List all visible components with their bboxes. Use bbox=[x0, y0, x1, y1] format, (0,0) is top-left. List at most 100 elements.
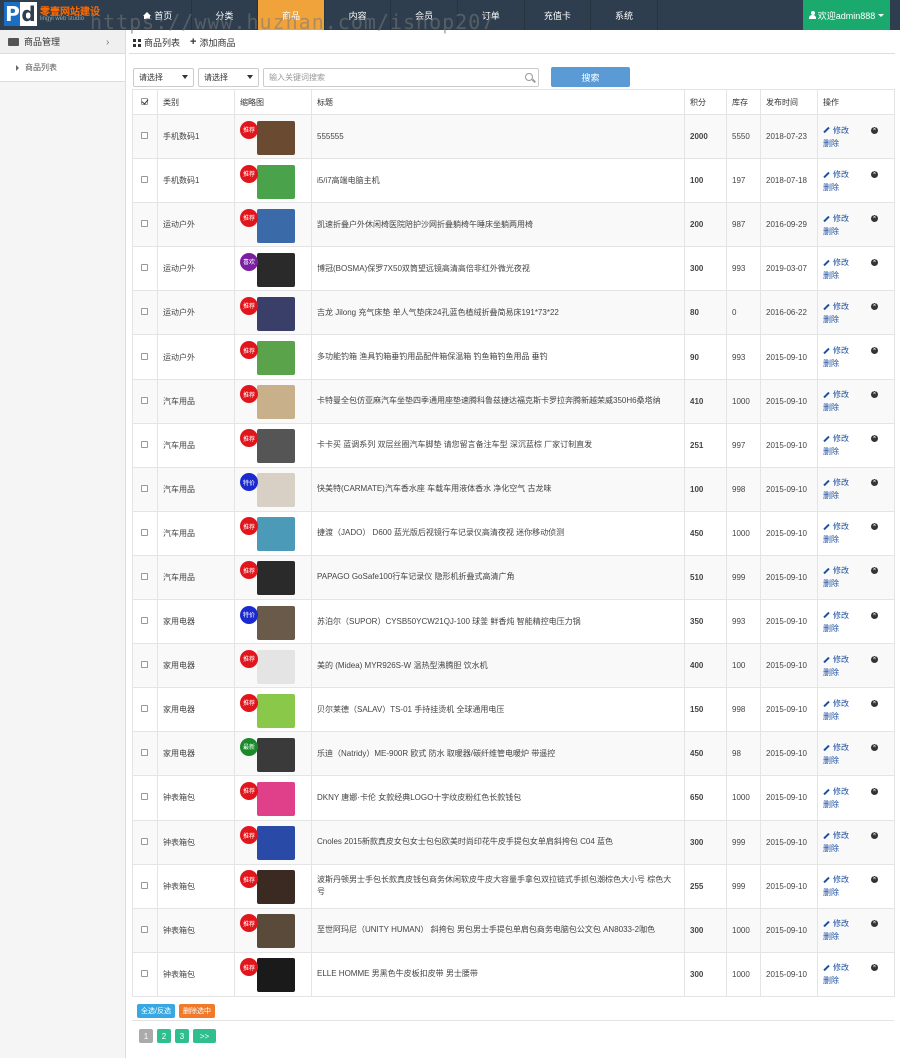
cell-title[interactable]: 苏泊尔（SUPOR）CYSB50YCW21QJ-100 球釜 鲜香炖 智能精控电… bbox=[311, 599, 685, 645]
search-button[interactable]: 搜索 bbox=[551, 67, 630, 87]
edit-link[interactable]: 修改 bbox=[833, 258, 849, 267]
row-checkbox-cell[interactable] bbox=[132, 246, 158, 292]
nav-goods[interactable]: 商品 bbox=[258, 0, 325, 30]
attribute-select[interactable]: 请选择 bbox=[198, 67, 259, 87]
page-1[interactable]: 1 bbox=[139, 1029, 153, 1043]
row-checkbox-cell[interactable] bbox=[132, 775, 158, 821]
product-thumbnail[interactable] bbox=[257, 737, 295, 772]
cell-title[interactable]: Cnoles 2015新款真皮女包女士包包欧美时尚印花牛皮手提包女单肩斜挎包 C… bbox=[311, 819, 685, 865]
row-checkbox-cell[interactable] bbox=[132, 334, 158, 380]
cell-title[interactable]: 凯速折叠户外休闲椅医院陪护沙网折叠躺椅午睡床坐躺两用椅 bbox=[311, 202, 685, 248]
product-thumbnail[interactable] bbox=[257, 870, 295, 905]
edit-link[interactable]: 修改 bbox=[833, 302, 849, 311]
checkbox-icon[interactable] bbox=[141, 308, 148, 316]
close-circle-icon[interactable]: × bbox=[871, 920, 878, 928]
category-select[interactable]: 请选择 bbox=[133, 67, 194, 87]
row-checkbox-cell[interactable] bbox=[132, 158, 158, 204]
cell-title[interactable]: 贝尔莱德（SALAV）TS-01 手持挂烫机 全球通用电压 bbox=[311, 687, 685, 733]
checkbox-icon[interactable] bbox=[141, 528, 148, 536]
delete-link[interactable]: 删除 bbox=[823, 139, 839, 148]
product-thumbnail[interactable] bbox=[257, 561, 295, 596]
product-thumbnail[interactable] bbox=[257, 429, 295, 464]
row-checkbox-cell[interactable] bbox=[132, 599, 158, 645]
close-circle-icon[interactable]: × bbox=[871, 832, 878, 840]
edit-link[interactable]: 修改 bbox=[833, 522, 849, 531]
delete-link[interactable]: 删除 bbox=[823, 624, 839, 633]
nav-order[interactable]: 订单 bbox=[458, 0, 525, 30]
row-checkbox-cell[interactable] bbox=[132, 113, 158, 160]
product-thumbnail[interactable] bbox=[257, 517, 295, 552]
product-thumbnail[interactable] bbox=[257, 341, 295, 376]
cell-title[interactable]: 卡特曼全包仿亚麻汽车坐垫四季通用座垫速腾科鲁兹捷达福克斯卡罗拉奔腾新越荣威350… bbox=[311, 378, 685, 424]
cell-title[interactable]: DKNY 唐娜·卡伦 女款经典LOGO十字纹皮粉红色长款钱包 bbox=[311, 775, 685, 821]
nav-member[interactable]: 会员 bbox=[391, 0, 458, 30]
checkbox-icon[interactable] bbox=[141, 881, 148, 889]
nav-content[interactable]: 内容 bbox=[325, 0, 392, 30]
delete-link[interactable]: 删除 bbox=[823, 271, 839, 280]
product-thumbnail[interactable] bbox=[257, 958, 295, 993]
close-circle-icon[interactable]: × bbox=[871, 964, 878, 972]
product-thumbnail[interactable] bbox=[257, 385, 295, 420]
checkbox-icon[interactable] bbox=[141, 484, 148, 492]
checkbox-icon[interactable] bbox=[141, 793, 148, 801]
page-2[interactable]: 2 bbox=[157, 1029, 171, 1043]
checkbox-icon[interactable] bbox=[141, 749, 148, 757]
row-checkbox-cell[interactable] bbox=[132, 907, 158, 953]
checkbox-icon[interactable] bbox=[141, 925, 148, 933]
row-checkbox-cell[interactable] bbox=[132, 202, 158, 248]
row-checkbox-cell[interactable] bbox=[132, 863, 158, 909]
nav-recharge[interactable]: 充值卡 bbox=[525, 0, 592, 30]
delete-link[interactable]: 删除 bbox=[823, 359, 839, 368]
close-circle-icon[interactable]: × bbox=[871, 391, 878, 399]
close-circle-icon[interactable]: × bbox=[871, 170, 878, 178]
row-checkbox-cell[interactable] bbox=[132, 466, 158, 512]
checkbox-icon[interactable] bbox=[141, 705, 148, 713]
edit-link[interactable]: 修改 bbox=[833, 478, 849, 487]
row-checkbox-cell[interactable] bbox=[132, 687, 158, 733]
edit-link[interactable]: 修改 bbox=[833, 655, 849, 664]
checkbox-icon[interactable] bbox=[141, 396, 148, 404]
checkbox-icon[interactable] bbox=[141, 264, 148, 272]
row-checkbox-cell[interactable] bbox=[132, 422, 158, 468]
cell-title[interactable]: 波斯丹顿男士手包长款真皮钱包商务休闲软皮牛皮大容量手拿包双拉链式手抓包潮棕色大小… bbox=[311, 863, 685, 909]
edit-link[interactable]: 修改 bbox=[833, 126, 849, 135]
cell-title[interactable]: 快美特(CARMATE)汽车香水座 车载车用液体香水 净化空气 古龙味 bbox=[311, 466, 685, 512]
close-circle-icon[interactable]: × bbox=[871, 214, 878, 222]
delete-link[interactable]: 删除 bbox=[823, 888, 839, 897]
cell-title[interactable]: 至世阿玛尼（UNITY HUMAN） 斜挎包 男包男士手提包单肩包商务电脑包公文… bbox=[311, 907, 685, 953]
product-thumbnail[interactable] bbox=[257, 252, 295, 287]
delete-link[interactable]: 删除 bbox=[823, 976, 839, 985]
edit-link[interactable]: 修改 bbox=[833, 566, 849, 575]
delete-link[interactable]: 删除 bbox=[823, 756, 839, 765]
delete-link[interactable]: 删除 bbox=[823, 712, 839, 721]
edit-link[interactable]: 修改 bbox=[833, 787, 849, 796]
row-checkbox-cell[interactable] bbox=[132, 290, 158, 336]
page-3[interactable]: 3 bbox=[175, 1029, 189, 1043]
delete-link[interactable]: 删除 bbox=[823, 579, 839, 588]
edit-link[interactable]: 修改 bbox=[833, 611, 849, 620]
select-all-button[interactable]: 全选/反选 bbox=[137, 1004, 175, 1018]
cell-title[interactable]: 博冠(BOSMA)保罗7X50双筒望远镜高清高倍非红外微光夜视 bbox=[311, 246, 685, 292]
logo[interactable]: P d 零壹网站建设 lingyi web studio bbox=[0, 0, 125, 30]
row-checkbox-cell[interactable] bbox=[132, 819, 158, 865]
close-circle-icon[interactable]: × bbox=[871, 611, 878, 619]
cell-title[interactable]: ELLE HOMME 男黑色牛皮板扣皮带 男士腰带 bbox=[311, 951, 685, 997]
edit-link[interactable]: 修改 bbox=[833, 346, 849, 355]
delete-link[interactable]: 删除 bbox=[823, 403, 839, 412]
edit-link[interactable]: 修改 bbox=[833, 699, 849, 708]
delete-link[interactable]: 删除 bbox=[823, 491, 839, 500]
delete-link[interactable]: 删除 bbox=[823, 227, 839, 236]
select-all-header[interactable] bbox=[132, 89, 158, 115]
checkbox-icon[interactable] bbox=[141, 572, 148, 580]
row-checkbox-cell[interactable] bbox=[132, 951, 158, 997]
cell-title[interactable]: 美的 (Midea) MYR926S-W 温热型沸腾胆 饮水机 bbox=[311, 643, 685, 689]
user-menu[interactable]: 欢迎admin888 bbox=[803, 0, 890, 30]
close-circle-icon[interactable]: × bbox=[871, 523, 878, 531]
edit-link[interactable]: 修改 bbox=[833, 831, 849, 840]
tab-add-goods[interactable]: + 添加商品 bbox=[190, 36, 235, 49]
cell-title[interactable]: i5/i7高端电脑主机 bbox=[311, 158, 685, 204]
close-circle-icon[interactable]: × bbox=[871, 347, 878, 355]
checkbox-checked-icon[interactable] bbox=[141, 97, 148, 105]
product-thumbnail[interactable] bbox=[257, 164, 295, 199]
edit-link[interactable]: 修改 bbox=[833, 434, 849, 443]
